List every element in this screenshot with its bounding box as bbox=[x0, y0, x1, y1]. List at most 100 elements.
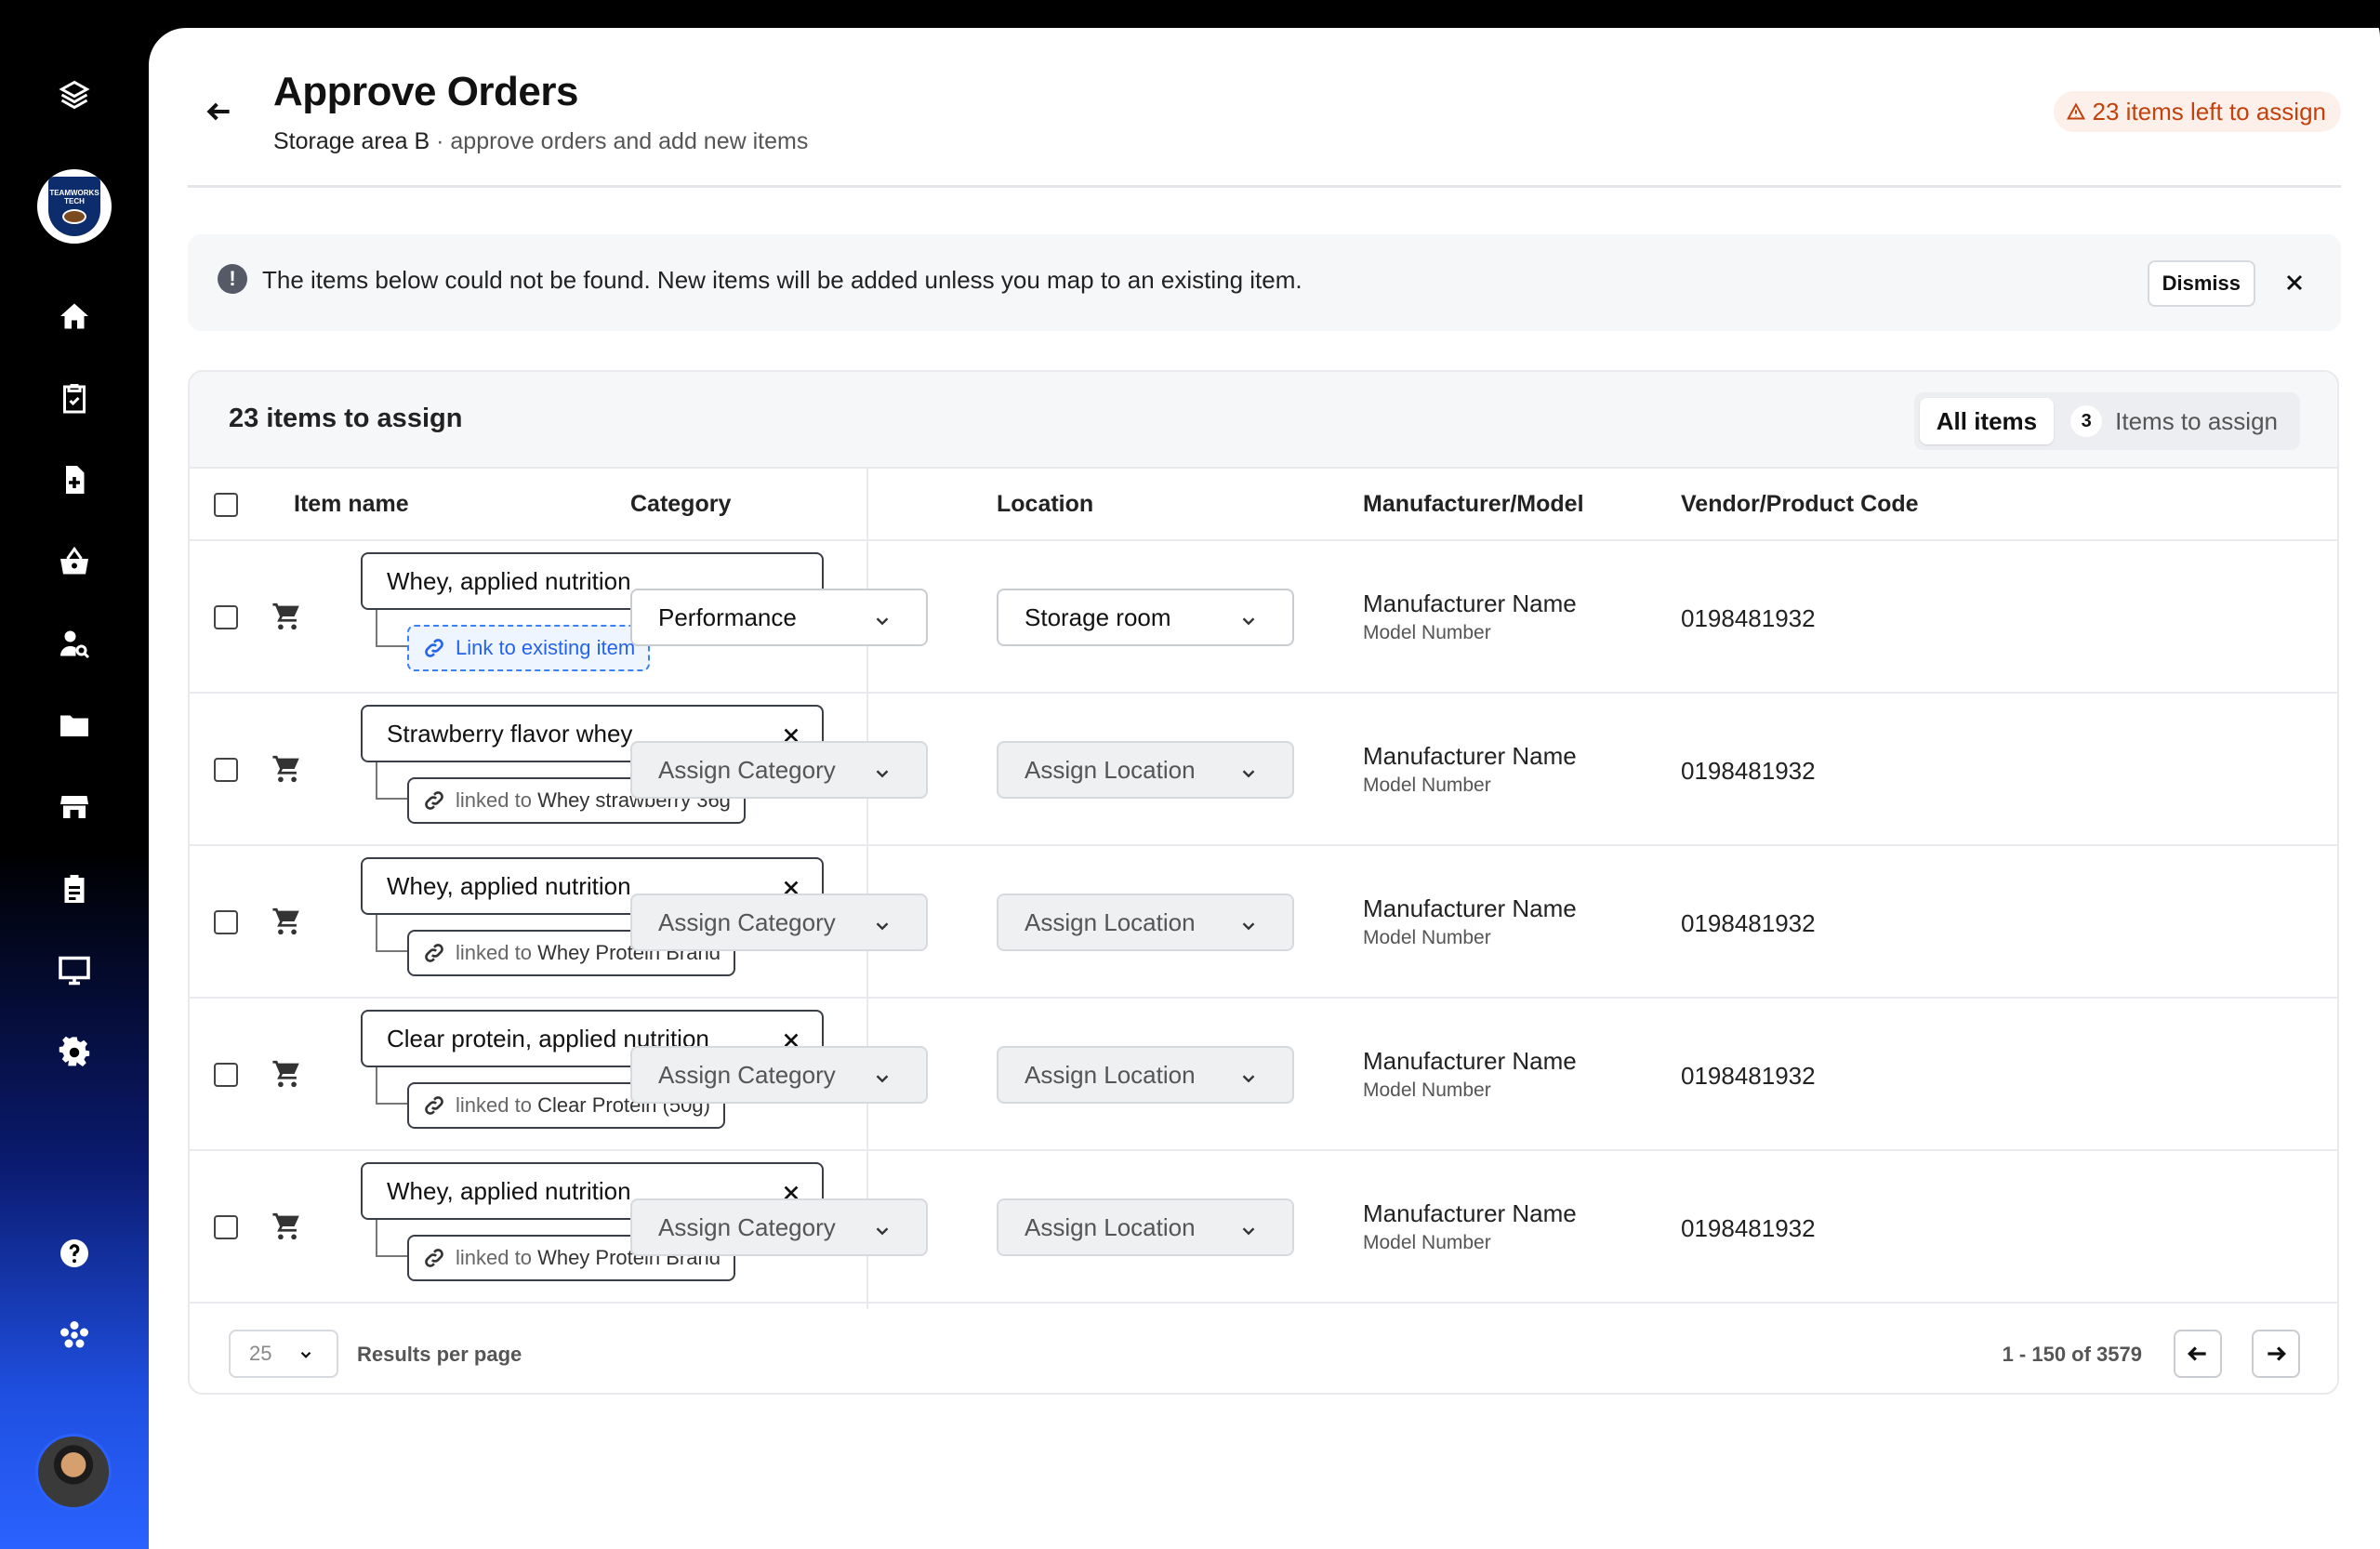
tab-all-items[interactable]: All items bbox=[1919, 398, 2055, 444]
close-icon[interactable] bbox=[2283, 271, 2306, 294]
vendor-product-code: 0198481932 bbox=[1681, 604, 1816, 632]
row-checkbox[interactable] bbox=[214, 758, 238, 782]
manufacturer-cell: Manufacturer Name Model Number bbox=[1363, 1047, 1577, 1102]
team-shield-icon: TEAMWORKS TECH bbox=[48, 177, 100, 236]
cart-icon[interactable] bbox=[271, 753, 305, 787]
item-name-text: Whey, applied nutrition bbox=[387, 1176, 631, 1205]
category-select[interactable]: Assign Category bbox=[630, 741, 928, 799]
chevron-down-icon bbox=[1238, 914, 1259, 934]
table-row: Clear protein, applied nutrition linked … bbox=[190, 999, 2337, 1151]
link-connector bbox=[376, 915, 407, 952]
row-checkbox[interactable] bbox=[214, 605, 238, 629]
next-page-button[interactable] bbox=[2252, 1330, 2300, 1378]
monitor-icon[interactable] bbox=[54, 950, 95, 991]
location-value: Assign Location bbox=[1025, 1060, 1196, 1089]
category-select[interactable]: Assign Category bbox=[630, 1198, 928, 1256]
home-icon[interactable] bbox=[54, 296, 95, 337]
chevron-down-icon bbox=[872, 761, 892, 782]
clipboard-list-icon[interactable] bbox=[54, 868, 95, 909]
category-value: Assign Category bbox=[658, 755, 836, 784]
tab-items-to-assign[interactable]: 3 Items to assign bbox=[2054, 398, 2294, 444]
row-checkbox[interactable] bbox=[214, 1215, 238, 1239]
prev-page-button[interactable] bbox=[2174, 1330, 2222, 1378]
team-logo-avatar[interactable]: TEAMWORKS TECH bbox=[37, 169, 112, 244]
user-search-icon[interactable] bbox=[54, 623, 95, 664]
location-select[interactable]: Storage room bbox=[997, 589, 1294, 646]
category-select[interactable]: Assign Category bbox=[630, 894, 928, 951]
store-icon[interactable] bbox=[54, 787, 95, 827]
link-icon bbox=[422, 1093, 446, 1118]
help-icon[interactable] bbox=[54, 1233, 95, 1274]
model-number: Model Number bbox=[1363, 774, 1491, 796]
subtitle-separator: · bbox=[430, 128, 451, 154]
linked-to-prefix: linked to bbox=[456, 1093, 538, 1117]
items-left-text: 23 items left to assign bbox=[2092, 97, 2326, 126]
chevron-down-icon bbox=[872, 1066, 892, 1087]
layers-logo-icon[interactable] bbox=[54, 74, 95, 115]
category-value: Assign Category bbox=[658, 907, 836, 936]
app-frame: TEAMWORKS TECH Approve Orders Storage ar… bbox=[0, 0, 2380, 1549]
vendor-product-code: 0198481932 bbox=[1681, 757, 1816, 785]
page-header: Approve Orders Storage area B · approve … bbox=[188, 28, 2341, 188]
apps-icon[interactable] bbox=[54, 1315, 95, 1356]
back-arrow-icon[interactable] bbox=[203, 95, 236, 128]
cart-icon[interactable] bbox=[271, 1058, 305, 1092]
file-add-icon[interactable] bbox=[54, 459, 95, 500]
manufacturer-name: Manufacturer Name bbox=[1363, 589, 1577, 617]
per-page-value: 25 bbox=[249, 1342, 272, 1365]
linked-to-prefix: linked to bbox=[456, 1246, 538, 1269]
location-value: Assign Location bbox=[1025, 907, 1196, 936]
folder-icon[interactable] bbox=[54, 705, 95, 746]
link-existing-item-button[interactable]: Link to existing item bbox=[407, 625, 651, 671]
arrow-right-icon bbox=[2268, 1346, 2286, 1361]
location-value: Storage room bbox=[1025, 602, 1171, 631]
clipboard-check-icon[interactable] bbox=[54, 377, 95, 418]
row-checkbox[interactable] bbox=[214, 1063, 238, 1087]
location-select[interactable]: Assign Location bbox=[997, 741, 1294, 799]
manufacturer-name: Manufacturer Name bbox=[1363, 742, 1577, 770]
table-row: Whey, applied nutrition linked to Whey P… bbox=[190, 846, 2337, 999]
manufacturer-name: Manufacturer Name bbox=[1363, 1047, 1577, 1075]
card-title: 23 items to assign bbox=[229, 404, 463, 433]
arrow-left-icon bbox=[2188, 1346, 2206, 1361]
cart-icon[interactable] bbox=[271, 906, 305, 939]
model-number: Model Number bbox=[1363, 1079, 1491, 1101]
per-page-select[interactable]: 25 bbox=[229, 1330, 338, 1378]
card-header: 23 items to assign All items 3 Items to … bbox=[190, 372, 2337, 469]
column-header-location: Location bbox=[997, 491, 1094, 517]
category-select[interactable]: Performance bbox=[630, 589, 928, 646]
link-icon bbox=[422, 636, 446, 660]
select-all-checkbox[interactable] bbox=[214, 493, 238, 517]
sidebar: TEAMWORKS TECH bbox=[0, 0, 149, 1549]
link-connector bbox=[376, 610, 407, 647]
linked-to-prefix: linked to bbox=[456, 941, 538, 964]
not-found-alert: ! The items below could not be found. Ne… bbox=[188, 234, 2341, 331]
cart-icon[interactable] bbox=[271, 1211, 305, 1244]
subtitle-description: approve orders and add new items bbox=[450, 128, 809, 154]
location-select[interactable]: Assign Location bbox=[997, 1198, 1294, 1256]
link-icon bbox=[422, 788, 446, 813]
items-card: 23 items to assign All items 3 Items to … bbox=[188, 370, 2339, 1395]
table-row: Whey, applied nutrition Link to existing… bbox=[190, 541, 2337, 694]
gear-icon[interactable] bbox=[54, 1032, 95, 1073]
row-checkbox[interactable] bbox=[214, 910, 238, 934]
chevron-down-icon bbox=[1238, 1219, 1259, 1239]
manufacturer-cell: Manufacturer Name Model Number bbox=[1363, 1199, 1577, 1254]
linked-to-prefix: linked to bbox=[456, 788, 538, 812]
items-left-badge: 23 items left to assign bbox=[2053, 91, 2341, 132]
user-avatar[interactable] bbox=[35, 1434, 112, 1510]
cart-icon[interactable] bbox=[271, 601, 305, 634]
manufacturer-name: Manufacturer Name bbox=[1363, 1199, 1577, 1227]
warning-icon bbox=[2066, 102, 2085, 120]
team-badge-text: TEAMWORKS TECH bbox=[49, 189, 99, 205]
location-select[interactable]: Assign Location bbox=[997, 894, 1294, 951]
location-select[interactable]: Assign Location bbox=[997, 1046, 1294, 1104]
dismiss-button[interactable]: Dismiss bbox=[2147, 260, 2255, 307]
chevron-down-icon bbox=[872, 914, 892, 934]
item-name-text: Strawberry flavor whey bbox=[387, 719, 633, 748]
location-value: Assign Location bbox=[1025, 1212, 1196, 1241]
column-header-vendor-code: Vendor/Product Code bbox=[1681, 491, 1919, 517]
basket-icon[interactable] bbox=[54, 541, 95, 582]
column-header-item-name: Item name bbox=[294, 491, 409, 517]
category-select[interactable]: Assign Category bbox=[630, 1046, 928, 1104]
